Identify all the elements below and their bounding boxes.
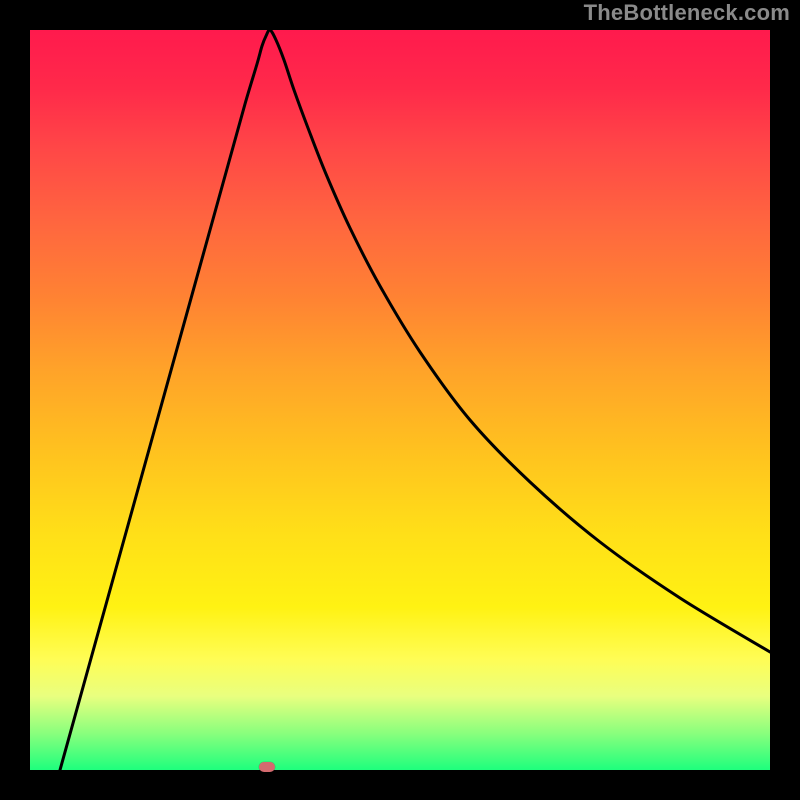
watermark-text: TheBottleneck.com (584, 0, 790, 26)
bottleneck-curve (60, 30, 770, 770)
curve-svg (30, 30, 770, 770)
minimum-marker (259, 762, 275, 772)
chart-frame: TheBottleneck.com (0, 0, 800, 800)
plot-area (30, 30, 770, 770)
